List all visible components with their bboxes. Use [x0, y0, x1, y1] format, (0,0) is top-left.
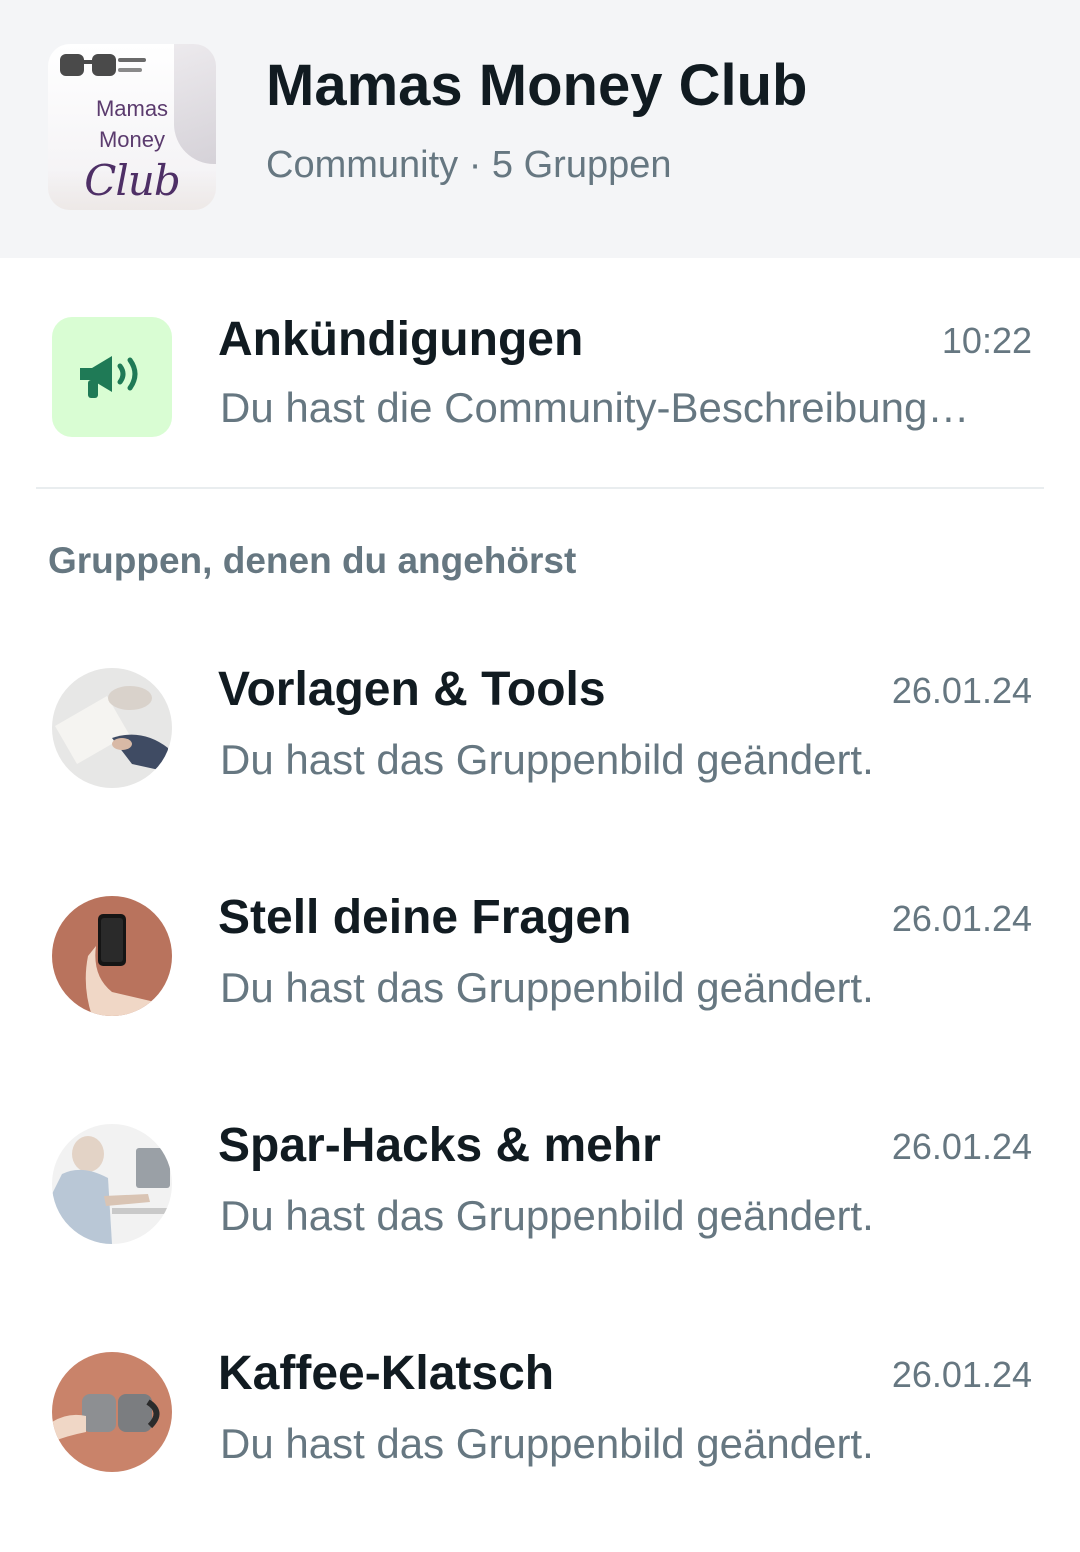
group-photo-image [52, 896, 172, 1016]
group-avatar [52, 1352, 172, 1472]
announcements-title: Ankündigungen [218, 313, 584, 366]
logo-text: Money [98, 127, 166, 152]
announcements-icon-tile [52, 317, 172, 437]
megaphone-icon [80, 356, 138, 398]
announcements-row[interactable]: Ankündigungen 10:22 Du hast die Communit… [0, 288, 1080, 468]
group-avatar [52, 896, 172, 1016]
group-row-kaffee-klatsch[interactable]: Kaffee-Klatsch 26.01.24 Du hast das Grup… [0, 1347, 1080, 1552]
sunglasses-image [60, 54, 146, 76]
group-avatar [52, 1124, 172, 1244]
group-time: 26.01.24 [891, 670, 1032, 711]
group-time: 26.01.24 [891, 898, 1032, 939]
group-preview: Du hast das Gruppenbild geändert. [220, 964, 874, 1011]
group-photo-image [52, 668, 172, 788]
group-title: Spar-Hacks & mehr [218, 1119, 661, 1172]
logo-text: Mamas [95, 96, 169, 121]
announcements-preview: Du hast die Community-Beschreibung… [220, 384, 970, 431]
group-photo-image [52, 1352, 172, 1472]
community-avatar[interactable]: Mamas Money Club [48, 44, 216, 210]
group-row-spar-hacks[interactable]: Spar-Hacks & mehr 26.01.24 Du hast das G… [0, 1119, 1080, 1324]
community-title: Mamas Money Club [266, 53, 808, 118]
group-title: Kaffee-Klatsch [218, 1347, 555, 1400]
groups-section-label: Gruppen, denen du angehörst [48, 540, 577, 581]
group-title: Vorlagen & Tools [218, 663, 606, 716]
group-row-vorlagen-tools[interactable]: Vorlagen & Tools 26.01.24 Du hast das Gr… [0, 663, 1080, 868]
divider [36, 487, 1044, 489]
group-photo-image [52, 1124, 172, 1244]
announcements-time: 10:22 [941, 320, 1032, 361]
group-preview: Du hast das Gruppenbild geändert. [220, 1192, 874, 1239]
group-time: 26.01.24 [891, 1354, 1032, 1395]
group-avatar [52, 668, 172, 788]
group-time: 26.01.24 [891, 1126, 1032, 1167]
community-subtitle: Community · 5 Gruppen [266, 144, 672, 186]
logo-text: Club [84, 156, 181, 205]
group-preview: Du hast das Gruppenbild geändert. [220, 1420, 874, 1467]
group-title: Stell deine Fragen [218, 891, 632, 944]
group-preview: Du hast das Gruppenbild geändert. [220, 736, 874, 783]
group-row-stell-deine-fragen[interactable]: Stell deine Fragen 26.01.24 Du hast das … [0, 891, 1080, 1096]
community-header[interactable]: Mamas Money Club Mamas Money Club Commun… [0, 0, 1080, 258]
